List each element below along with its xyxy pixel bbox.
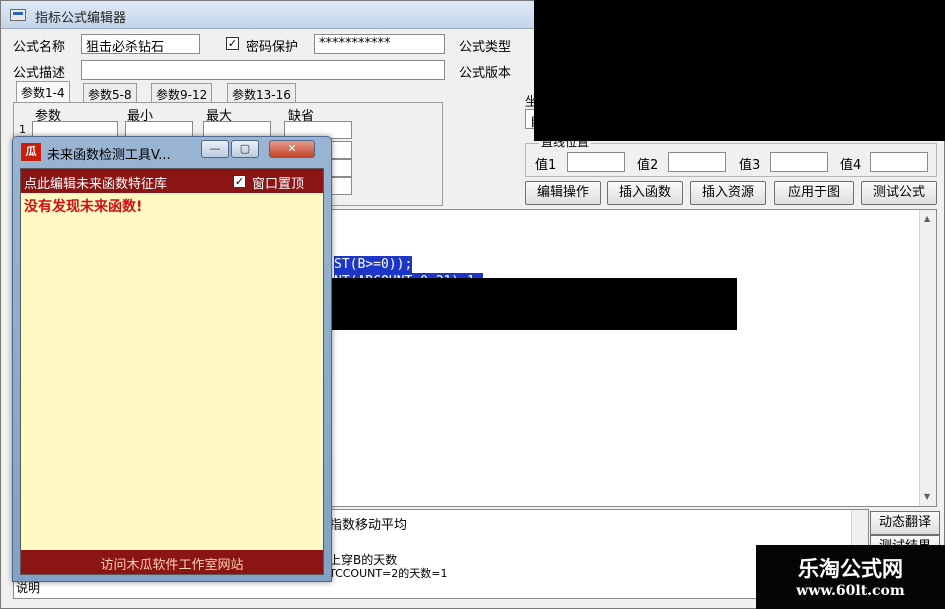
watermark-url: www.60lt.com (796, 583, 905, 599)
formula-desc-label: 公式描述 (13, 66, 66, 81)
tool-title-bar[interactable]: 瓜 未来函数检测工具V... — ▢ ✕ (13, 137, 331, 167)
code-editor-scrollbar[interactable]: ▲ ▼ (919, 210, 936, 506)
scroll-down-icon[interactable]: ▼ (924, 492, 930, 501)
dynamic-translate-button[interactable]: 动态翻译 (870, 511, 940, 535)
desc-line-1: 指数移动平均 (329, 518, 408, 533)
tab-params-5-8[interactable]: 参数5-8 (83, 83, 137, 103)
tool-content-area: 点此编辑未来函数特征库 ✓ 窗口置顶 没有发现未来函数! 访问木瓜软件工作室网站 (20, 168, 324, 575)
formula-name-input[interactable]: 狙击必杀钻石 (81, 34, 200, 54)
app-window-icon (10, 9, 26, 21)
insert-function-button[interactable]: 插入函数 (607, 181, 683, 205)
tool-bottom-bar: 访问木瓜软件工作室网站 (21, 550, 323, 574)
close-icon[interactable]: ✕ (269, 140, 315, 158)
formula-type-label: 公式类型 (459, 40, 512, 55)
tab-params-1-4[interactable]: 参数1-4 (16, 81, 70, 103)
password-checkbox[interactable]: ✓ (226, 37, 239, 50)
watermark-title: 乐淘公式网 (798, 556, 903, 581)
code-line-1: ST(B>=0)); (334, 256, 413, 273)
window-topmost-checkbox[interactable]: ✓ (233, 175, 246, 188)
tool-top-bar: 点此编辑未来函数特征库 ✓ 窗口置顶 (21, 169, 323, 193)
formula-desc-input[interactable] (81, 60, 445, 80)
detection-result-text: 没有发现未来函数! (24, 199, 143, 215)
password-label: 密码保护 (246, 40, 299, 55)
formula-name-label: 公式名称 (13, 40, 66, 55)
scroll-up-icon[interactable]: ▲ (924, 214, 930, 223)
redaction-block-top-right (534, 0, 945, 141)
value-3-label: 值3 (739, 158, 761, 173)
value-4-input[interactable] (870, 152, 928, 172)
tool-window-title: 未来函数检测工具V... (47, 148, 171, 163)
edit-feature-library-link[interactable]: 点此编辑未来函数特征库 (24, 173, 167, 192)
visit-website-link[interactable]: 访问木瓜软件工作室网站 (21, 554, 323, 573)
desc-line-3: TCCOUNT=2的天数=1 (329, 567, 448, 580)
future-function-detector-window: 瓜 未来函数检测工具V... — ▢ ✕ 点此编辑未来函数特征库 ✓ 窗口置顶 … (12, 136, 332, 582)
papaya-app-icon: 瓜 (21, 143, 41, 161)
value-4-label: 值4 (840, 158, 862, 173)
test-formula-button[interactable]: 测试公式 (861, 181, 937, 205)
window-topmost-label: 窗口置顶 (252, 177, 305, 192)
tab-params-13-16[interactable]: 参数13-16 (227, 83, 296, 103)
apply-to-chart-button[interactable]: 应用于图 (774, 181, 854, 205)
value-3-input[interactable] (770, 152, 828, 172)
insert-resource-button[interactable]: 插入资源 (690, 181, 766, 205)
param-row-number: 1 (19, 123, 26, 136)
value-2-input[interactable] (668, 152, 726, 172)
window-title: 指标公式编辑器 (35, 11, 127, 26)
maximize-icon[interactable]: ▢ (231, 140, 259, 158)
edit-operations-button[interactable]: 编辑操作 (525, 181, 601, 205)
formula-version-label: 公式版本 (459, 66, 512, 81)
value-2-label: 值2 (637, 158, 659, 173)
value-1-input[interactable] (567, 152, 625, 172)
minimize-icon[interactable]: — (201, 140, 229, 158)
tab-params-9-12[interactable]: 参数9-12 (151, 83, 213, 103)
password-input[interactable]: *********** (314, 34, 445, 54)
value-1-label: 值1 (535, 158, 557, 173)
site-watermark: 乐淘公式网 www.60lt.com (756, 545, 945, 609)
